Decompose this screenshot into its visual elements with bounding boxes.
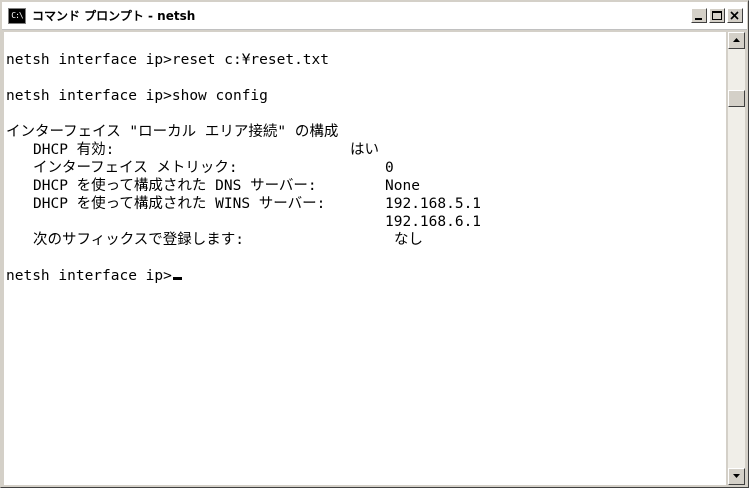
wins-label: DHCP を使って構成された WINS サーバー:	[33, 196, 326, 212]
scrollbar-thumb[interactable]	[728, 90, 745, 107]
suffix-value: なし	[394, 232, 423, 248]
window-title: コマンド プロンプト - netsh	[32, 9, 196, 23]
close-icon	[730, 11, 739, 20]
metric-value: 0	[385, 160, 394, 176]
text-cursor	[172, 277, 182, 280]
dhcp-value: はい	[350, 142, 379, 158]
prompt-line[interactable]: netsh interface ip>	[6, 267, 182, 285]
vertical-scrollbar[interactable]	[728, 32, 745, 485]
maximize-icon	[712, 11, 722, 20]
wins-value-2: 192.168.6.1	[385, 214, 482, 230]
dhcp-label: DHCP 有効:	[33, 142, 115, 158]
metric-row: インターフェイス メトリック: 0	[33, 159, 723, 177]
dns-value: None	[385, 178, 420, 194]
dns-row: DHCP を使って構成された DNS サーバー: None	[33, 177, 723, 195]
command-line-reset: netsh interface ip>reset c:¥reset.txt	[6, 52, 330, 68]
title-bar[interactable]: C:\ コマンド プロンプト - netsh	[2, 2, 747, 30]
dhcp-row: DHCP 有効: はい	[33, 141, 723, 159]
scroll-up-button[interactable]	[728, 32, 745, 49]
config-section-header: インターフェイス "ローカル エリア接続" の構成	[6, 124, 339, 140]
command-prompt-window: C:\ コマンド プロンプト - netsh netsh interface i…	[0, 0, 749, 488]
dns-label: DHCP を使って構成された DNS サーバー:	[33, 178, 317, 194]
minimize-button[interactable]	[691, 8, 707, 23]
scroll-up-arrow-icon	[733, 38, 740, 42]
scroll-down-button[interactable]	[728, 468, 745, 485]
scroll-down-arrow-icon	[733, 474, 740, 478]
caption-buttons	[689, 8, 743, 23]
minimize-icon	[695, 18, 702, 20]
command-line-show-config: netsh interface ip>show config	[6, 88, 268, 104]
wins-value-1: 192.168.5.1	[385, 196, 482, 212]
console-output[interactable]: netsh interface ip>reset c:¥reset.txt ne…	[4, 32, 726, 485]
metric-label: インターフェイス メトリック:	[33, 160, 238, 176]
wins-row: DHCP を使って構成された WINS サーバー: 192.168.5.1	[33, 195, 723, 213]
console-app-icon[interactable]: C:\	[8, 7, 26, 24]
suffix-row: 次のサフィックスで登録します: なし	[33, 231, 723, 249]
suffix-label: 次のサフィックスで登録します:	[33, 232, 245, 248]
close-button[interactable]	[727, 8, 743, 23]
maximize-button[interactable]	[709, 8, 725, 23]
prompt-text: netsh interface ip>	[6, 268, 172, 284]
